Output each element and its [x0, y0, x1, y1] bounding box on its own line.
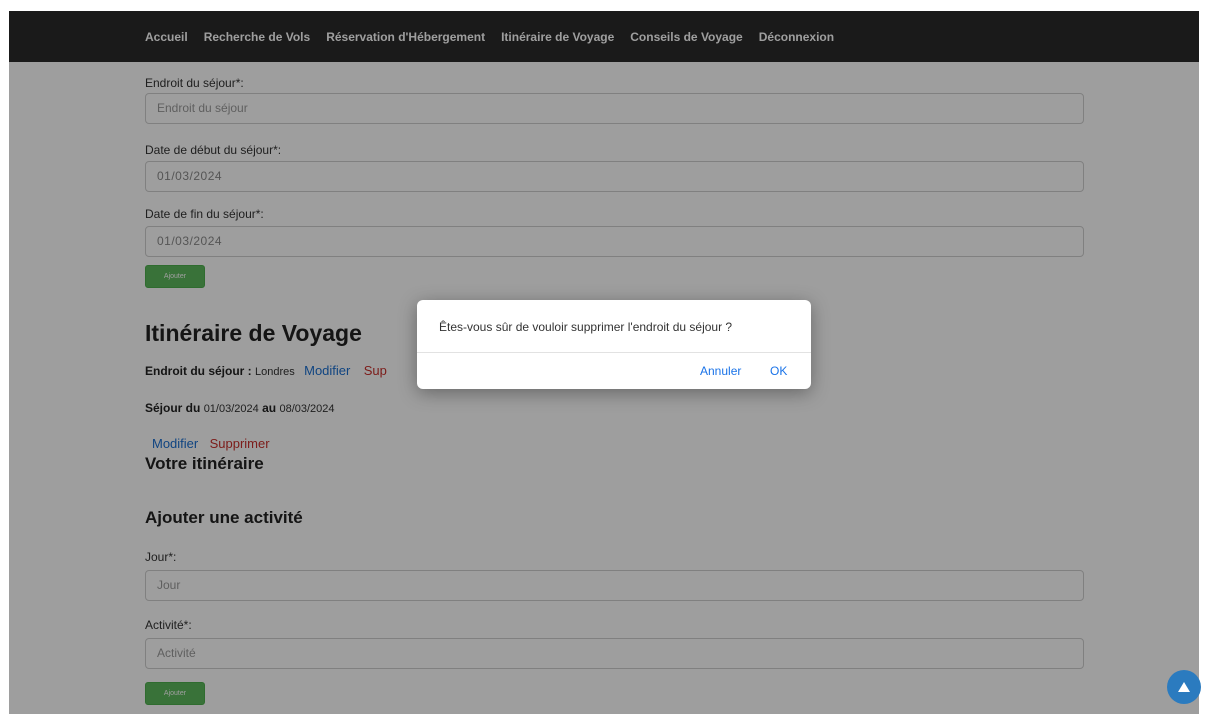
scroll-to-top-button[interactable]: [1167, 670, 1201, 704]
confirm-dialog: Êtes-vous sûr de vouloir supprimer l'end…: [417, 300, 811, 389]
dialog-divider: [417, 352, 811, 353]
ok-button[interactable]: OK: [770, 364, 787, 378]
cancel-button[interactable]: Annuler: [700, 364, 741, 378]
arrow-up-icon: [1178, 682, 1190, 692]
dialog-message: Êtes-vous sûr de vouloir supprimer l'end…: [439, 320, 733, 334]
page-frame: Accueil Recherche de Vols Réservation d'…: [9, 11, 1199, 714]
